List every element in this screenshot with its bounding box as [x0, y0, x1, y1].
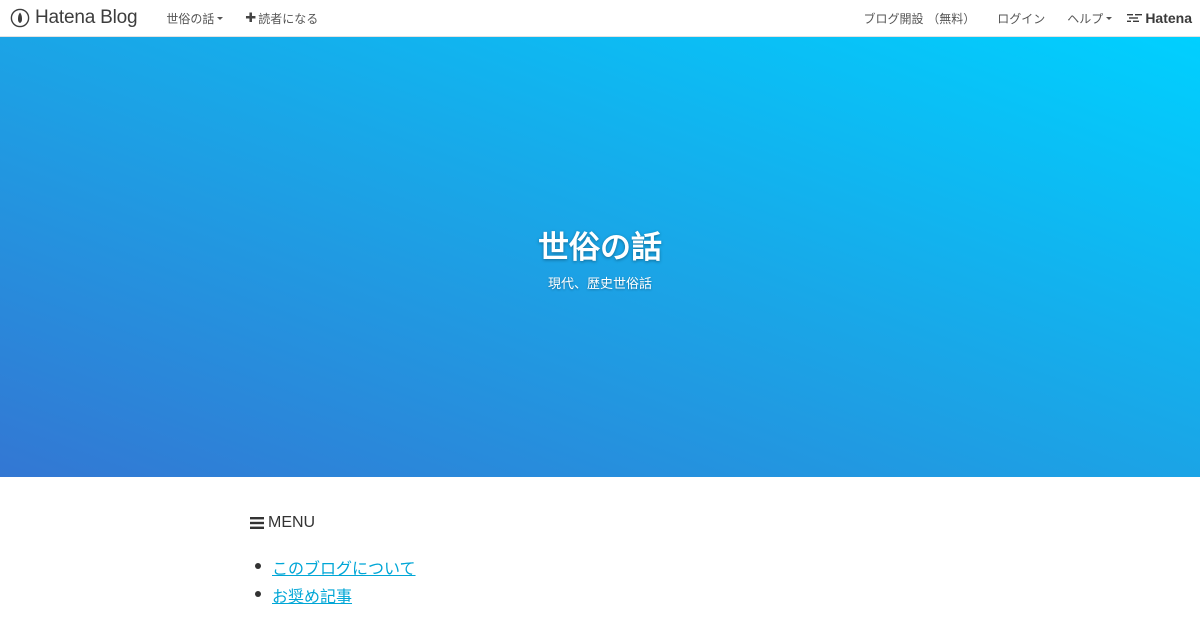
subscribe-label: 読者になる [258, 11, 319, 26]
list-item: お奨め記事 [255, 583, 950, 611]
start-blog-link[interactable]: ブログ開設 （無料） [852, 0, 986, 37]
menu-toggle[interactable]: MENU [250, 514, 950, 532]
start-blog-label: ブログ開設 （無料） [863, 11, 976, 26]
hatena-brand-label: Hatena [1145, 10, 1192, 26]
blog-header-banner: 世俗の話 現代、歴史世俗話 [0, 37, 1200, 477]
help-label: ヘルプ [1067, 11, 1104, 26]
main-content: MENU このブログについて お奨め記事 [250, 477, 950, 611]
blog-menu-label: 世俗の話 [166, 11, 215, 26]
logo-text: Hatena Blog [35, 7, 138, 28]
help-dropdown-menu[interactable]: ヘルプ [1056, 0, 1123, 37]
menu-heading-label: MENU [268, 514, 316, 531]
hatena-blog-logo[interactable]: Hatena Blog [10, 7, 138, 29]
about-blog-link[interactable]: このブログについて [272, 559, 416, 578]
subscribe-button[interactable]: ✚ 読者になる [234, 0, 329, 37]
menu-list: このブログについて お奨め記事 [250, 555, 950, 611]
hatena-brand-link[interactable]: Hatena [1127, 10, 1192, 26]
caret-down-icon [1106, 16, 1113, 20]
blog-description: 現代、歴史世俗話 [547, 277, 652, 292]
list-item: このブログについて [255, 555, 950, 583]
hatena-blog-logo-icon [10, 8, 30, 28]
hamburger-menu-icon [250, 517, 264, 529]
hatena-brand-icon [1127, 14, 1143, 22]
login-label: ログイン [997, 11, 1046, 26]
top-navigation-bar: Hatena Blog 世俗の話 ✚ 読者になる ブログ開設 （無料） ログイン… [0, 0, 1200, 37]
recommended-articles-link[interactable]: お奨め記事 [272, 587, 352, 606]
blog-title[interactable]: 世俗の話 [538, 222, 662, 267]
caret-down-icon [217, 16, 224, 20]
blog-dropdown-menu[interactable]: 世俗の話 [155, 0, 234, 37]
plus-icon: ✚ [245, 10, 257, 26]
login-link[interactable]: ログイン [986, 0, 1056, 37]
